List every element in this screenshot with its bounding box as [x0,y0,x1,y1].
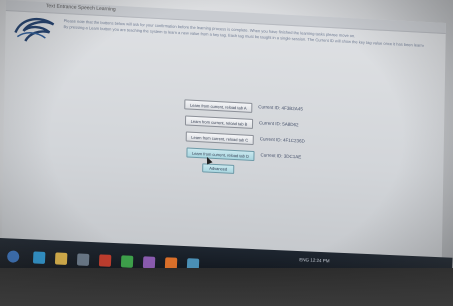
learn-button-a[interactable]: Learn from current, reload tab A [184,99,253,113]
current-id-label: Current ID: 4F1C236D [259,136,305,144]
monitor-bezel [0,268,453,306]
app-icon[interactable] [142,256,156,269]
start-button-icon[interactable] [6,250,20,263]
current-id-label: Current ID: 5A8D62 [259,120,299,128]
swirl-logo-icon [14,17,55,42]
file-explorer-icon[interactable] [54,252,68,265]
window-title: Text Entrance Speech Learning [45,3,116,13]
app-icon[interactable] [120,255,134,268]
app-icon[interactable] [98,254,112,267]
learn-button-d[interactable]: Learn from current, reload tab D [186,147,255,162]
internet-explorer-icon[interactable] [32,251,46,264]
learn-button-c[interactable]: Learn from current, reload tab C [185,131,254,145]
system-tray-clock[interactable]: ENG 12:24 PM [299,257,329,263]
monitor-screen: Text Entrance Speech Learning Please not… [1,0,446,273]
learn-button-b[interactable]: Learn from current, reload tab B [184,115,254,129]
current-id-label: Current ID: 4F3B2A45 [258,104,303,112]
advanced-button[interactable]: Advanced [202,163,235,174]
media-player-icon[interactable] [76,253,90,266]
current-id-label: Current ID: 3DC1AE [260,152,302,160]
